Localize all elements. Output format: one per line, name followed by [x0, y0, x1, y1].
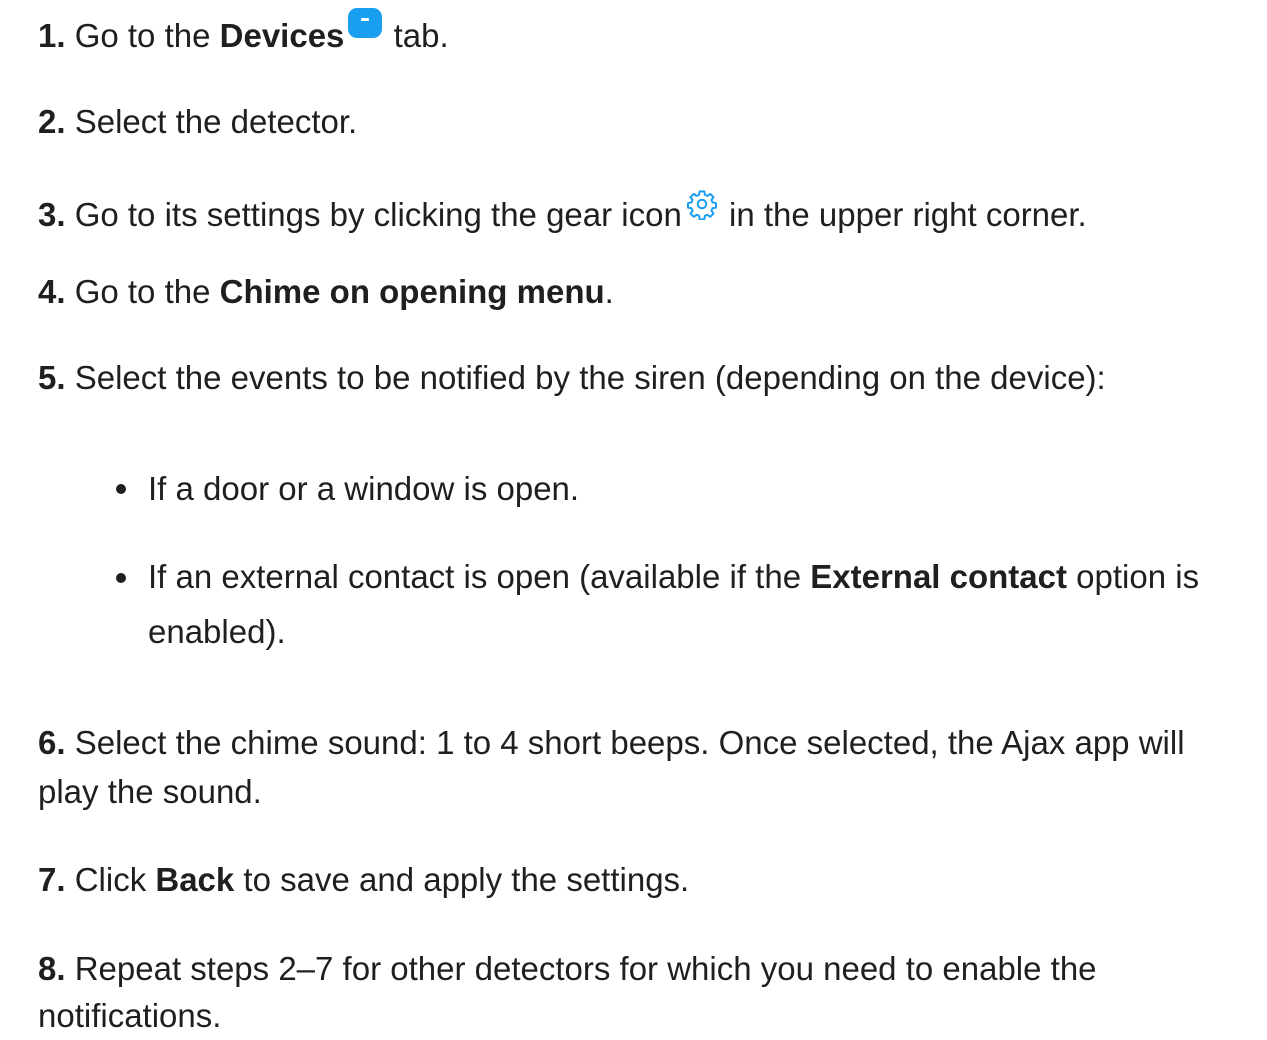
step-number: 5. — [38, 359, 66, 396]
back-label: Back — [155, 861, 235, 898]
step-text: play the sound. — [38, 773, 262, 810]
bullet-dot — [116, 573, 126, 583]
instructions-document: 1. Go to the Devices tab. 2. Select the … — [0, 0, 1267, 1034]
step-number: 6. — [38, 724, 66, 761]
devices-label: Devices — [219, 17, 345, 54]
step-7: 7. Click Back to save and apply the sett… — [38, 856, 689, 904]
step-number: 7. — [38, 861, 66, 898]
menu-name: Chime on opening menu — [219, 273, 605, 310]
step-8-line-2: notifications. — [38, 992, 221, 1040]
step-6: 6. Select the chime sound: 1 to 4 short … — [38, 719, 1185, 767]
option-name: External contact — [810, 558, 1067, 595]
step-1: 1. Go to the Devices tab. — [38, 8, 449, 60]
bullet-text: enabled). — [148, 613, 286, 650]
step-number: 1. — [38, 17, 66, 54]
step-text: . — [604, 273, 614, 310]
step-number: 8. — [38, 950, 66, 987]
gear-icon — [686, 190, 717, 220]
bullet-1: If a door or a window is open. — [148, 465, 579, 513]
step-4: 4. Go to the Chime on opening menu. — [38, 268, 614, 316]
step-number: 2. — [38, 103, 66, 140]
step-text: Select the chime sound: 1 to 4 short bee… — [74, 724, 1185, 761]
step-text: Click — [74, 861, 156, 898]
step-text: Select the events to be notified by the … — [74, 359, 1106, 396]
step-text: tab. — [384, 17, 449, 54]
bullet-2-line-2: enabled). — [148, 608, 286, 656]
step-number: 4. — [38, 273, 66, 310]
step-text: Go to the — [74, 17, 220, 54]
step-3: 3. Go to its settings by clicking the ge… — [38, 188, 1087, 239]
step-text: notifications. — [38, 997, 222, 1034]
bullet-text: option is — [1066, 558, 1200, 595]
step-8: 8. Repeat steps 2–7 for other detectors … — [38, 945, 1097, 993]
bullet-text: If an external contact is open (availabl… — [148, 558, 811, 595]
devices-tab-icon — [348, 8, 383, 38]
step-6-line-2: play the sound. — [38, 768, 262, 816]
step-text: Go to the — [74, 273, 220, 310]
step-5: 5. Select the events to be notified by t… — [38, 354, 1106, 402]
bullet-2: If an external contact is open (availabl… — [148, 553, 1199, 601]
step-text: in the upper right corner. — [719, 196, 1087, 233]
step-text: Go to its settings by clicking the gear … — [74, 196, 682, 233]
bullet-dot — [116, 484, 126, 494]
step-number: 3. — [38, 196, 66, 233]
step-2: 2. Select the detector. — [38, 98, 357, 146]
step-text: Repeat steps 2–7 for other detectors for… — [74, 950, 1097, 987]
step-text: Select the detector. — [74, 103, 358, 140]
bullet-text: If a door or a window is open. — [148, 470, 580, 507]
step-text: to save and apply the settings. — [234, 861, 690, 898]
